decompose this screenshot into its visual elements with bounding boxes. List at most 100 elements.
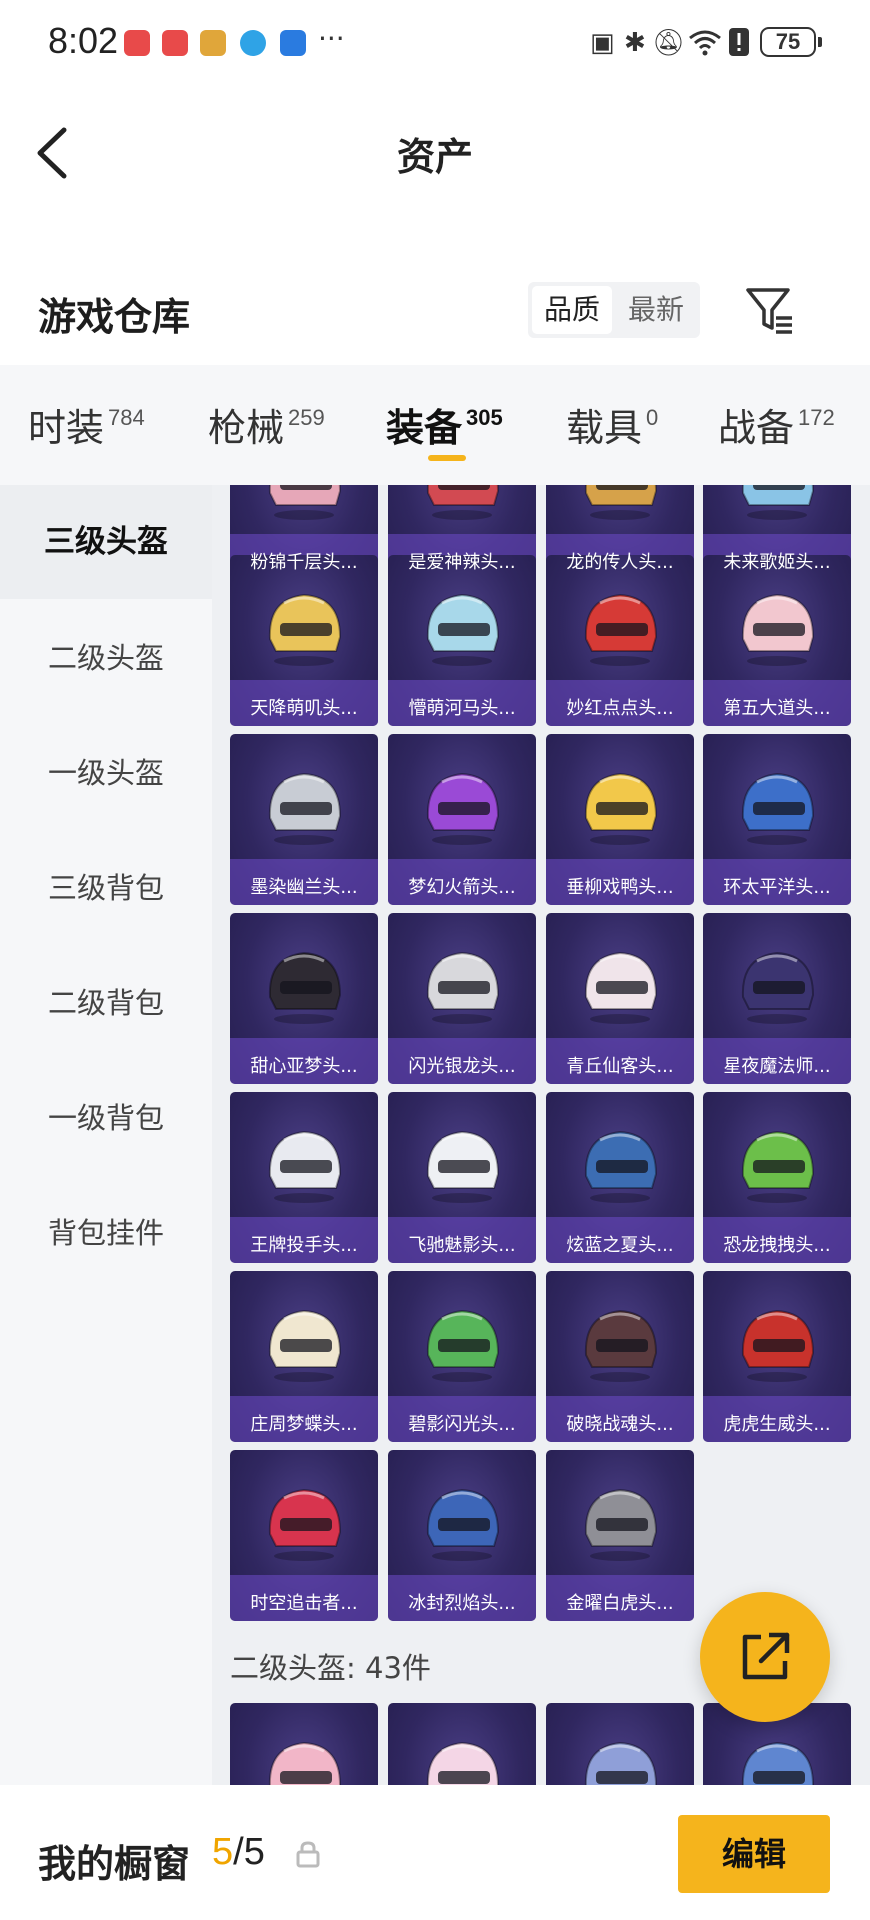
- tab-vehicles[interactable]: 载具 0: [566, 397, 658, 452]
- sort-option-quality[interactable]: 品质: [532, 286, 612, 334]
- helmet-icon: [269, 1741, 342, 1785]
- helmet-card[interactable]: 粉锦千层头...: [230, 485, 378, 580]
- helmet-card[interactable]: [546, 1703, 694, 1785]
- helmet-card[interactable]: [388, 1703, 536, 1785]
- helmet-card[interactable]: 庄周梦蝶头...: [230, 1271, 378, 1442]
- helmet-card[interactable]: 星夜魔法师...: [703, 913, 851, 1084]
- helmet-card-name: 庄周梦蝶头...: [250, 1414, 358, 1435]
- helmet-icon: [741, 951, 815, 1024]
- helmet-card[interactable]: 天降萌叽头...: [230, 555, 378, 726]
- filter-icon[interactable]: [744, 284, 796, 336]
- helmet-card-name: 碧影闪光头...: [408, 1414, 516, 1435]
- helmet-card-name: 梦幻火箭头...: [408, 877, 516, 898]
- helmet-card[interactable]: 虎虎生威头...: [703, 1271, 851, 1442]
- sidebar-item-level2-backpack[interactable]: 二级背包: [0, 946, 212, 1060]
- battery-tip: [818, 37, 822, 47]
- helmet-card[interactable]: 墨染幽兰头...: [230, 734, 378, 905]
- helmet-icon: [741, 485, 815, 520]
- helmet-card[interactable]: [230, 1703, 378, 1785]
- helmet-card[interactable]: 懵萌河马头...: [388, 555, 536, 726]
- helmet-card-name: 王牌投手头...: [250, 1235, 358, 1256]
- sort-option-latest[interactable]: 最新: [616, 286, 696, 334]
- helmet-card[interactable]: 冰封烈焰头...: [388, 1450, 536, 1621]
- helmet-icon: [742, 1741, 815, 1785]
- helmet-icon: [427, 1741, 500, 1785]
- helmet-icon: [584, 485, 658, 520]
- helmet-card[interactable]: 垂柳戏鸭头...: [546, 734, 694, 905]
- helmet-card-name: 闪光银龙头...: [408, 1056, 516, 1077]
- sidebar-item-level2-helmet[interactable]: 二级头盔: [0, 601, 212, 715]
- helmet-card-name: 环太平洋头...: [723, 877, 831, 898]
- helmet-card[interactable]: 梦幻火箭头...: [388, 734, 536, 905]
- lock-icon: [296, 1841, 320, 1868]
- sidebar: 三级头盔 二级头盔 一级头盔 三级背包 二级背包 一级背包 背包挂件: [0, 485, 212, 1785]
- helmet-card-name: 未来歌姬头...: [723, 552, 831, 573]
- tab-gear[interactable]: 战备 172: [718, 397, 835, 452]
- group-label-level2-helmet: 二级头盔: 43件: [230, 1651, 431, 1685]
- helmet-icon: [426, 772, 500, 845]
- battery-indicator: 75: [760, 27, 816, 57]
- helmet-card[interactable]: 闪光银龙头...: [388, 913, 536, 1084]
- app-notification-icon: [240, 30, 266, 56]
- helmet-card-name: 垂柳戏鸭头...: [566, 877, 674, 898]
- edit-button[interactable]: 编辑: [678, 1815, 830, 1893]
- helmet-card[interactable]: 第五大道头...: [703, 555, 851, 726]
- helmet-icon: [426, 1309, 500, 1382]
- helmet-card-name: 冰封烈焰头...: [408, 1593, 516, 1614]
- share-icon: [742, 1632, 790, 1680]
- helmet-card[interactable]: 妙红点点头...: [546, 555, 694, 726]
- helmet-card-name: 恐龙拽拽头...: [723, 1235, 831, 1256]
- sidebar-item-level3-backpack[interactable]: 三级背包: [0, 831, 212, 945]
- helmet-card[interactable]: 破晓战魂头...: [546, 1271, 694, 1442]
- helmet-icon: [741, 593, 815, 666]
- helmet-icon: [426, 1130, 500, 1203]
- tab-weapons[interactable]: 枪械 259: [208, 397, 325, 452]
- tab-fashion[interactable]: 时装 784: [28, 397, 145, 452]
- helmet-card[interactable]: 环太平洋头...: [703, 734, 851, 905]
- showcase-total: /5: [233, 1831, 265, 1873]
- helmet-icon: [268, 1488, 342, 1561]
- helmet-card[interactable]: 时空追击者...: [230, 1450, 378, 1621]
- helmet-card[interactable]: 碧影闪光头...: [388, 1271, 536, 1442]
- helmet-card-name: 破晓战魂头...: [566, 1414, 674, 1435]
- helmet-card-name: 时空追击者...: [250, 1593, 358, 1614]
- helmet-card-name: 懵萌河马头...: [408, 698, 516, 719]
- helmet-card[interactable]: 是爱神辣头...: [388, 485, 536, 580]
- helmet-card[interactable]: 王牌投手头...: [230, 1092, 378, 1263]
- helmet-card[interactable]: 金曜白虎头...: [546, 1450, 694, 1621]
- helmet-icon: [584, 1130, 658, 1203]
- tab-label: 载具: [566, 406, 643, 450]
- showcase-label: 我的橱窗: [38, 1842, 191, 1886]
- share-button[interactable]: [700, 1592, 830, 1722]
- helmet-card[interactable]: 龙的传人头...: [546, 485, 694, 580]
- app-notification-icon: [200, 30, 226, 56]
- helmet-card[interactable]: 炫蓝之夏头...: [546, 1092, 694, 1263]
- showcase-used: 5: [212, 1831, 234, 1873]
- helmet-card[interactable]: 青丘仙客头...: [546, 913, 694, 1084]
- sidebar-item-level1-helmet[interactable]: 一级头盔: [0, 716, 212, 830]
- helmet-icon: [584, 593, 658, 666]
- sidebar-item-level1-backpack[interactable]: 一级背包: [0, 1061, 212, 1175]
- helmet-card[interactable]: 甜心亚梦头...: [230, 913, 378, 1084]
- section-title: 游戏仓库: [38, 295, 191, 339]
- helmet-card-name: 星夜魔法师...: [723, 1056, 831, 1077]
- helmet-icon: [268, 951, 342, 1024]
- helmet-card-name: 天降萌叽头...: [250, 698, 358, 719]
- helmet-icon: [268, 1309, 342, 1382]
- tab-equipment[interactable]: 装备 305: [386, 397, 503, 452]
- helmet-card[interactable]: 恐龙拽拽头...: [703, 1092, 851, 1263]
- sidebar-item-backpack-charm[interactable]: 背包挂件: [0, 1176, 212, 1290]
- helmet-icon: [268, 593, 342, 666]
- helmet-icon: [426, 485, 500, 520]
- helmet-card[interactable]: 未来歌姬头...: [703, 485, 851, 580]
- nfc-icon: ▣: [590, 28, 615, 58]
- helmet-card-name: 金曜白虎头...: [566, 1593, 674, 1614]
- tab-count: 784: [108, 405, 145, 430]
- wifi-icon: [689, 30, 721, 56]
- active-tab-indicator: [428, 455, 466, 461]
- helmet-card[interactable]: 飞驰魅影头...: [388, 1092, 536, 1263]
- helmet-icon: [426, 1488, 500, 1561]
- item-grid: 粉锦千层头... 是爱神辣头... 龙的传人头... 未来歌姬头... 天降萌叽头...…: [212, 485, 870, 1785]
- sidebar-item-level3-helmet[interactable]: 三级头盔: [0, 485, 212, 599]
- helmet-card-name: 虎虎生威头...: [723, 1414, 831, 1435]
